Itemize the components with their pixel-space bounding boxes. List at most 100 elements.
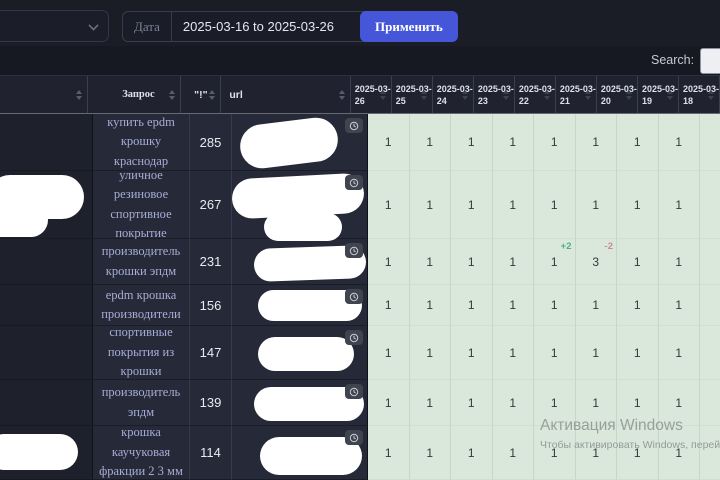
position-cell: 1 bbox=[617, 285, 659, 326]
position-delta: -2 bbox=[604, 241, 613, 252]
header-cell-project[interactable] bbox=[0, 76, 89, 113]
position-cell: 1 bbox=[617, 171, 659, 239]
sort-icon bbox=[76, 89, 83, 100]
history-clock-icon[interactable] bbox=[345, 118, 363, 133]
frequency-cell: 267 bbox=[190, 171, 232, 239]
position-cell: 1 bbox=[492, 171, 534, 239]
table-row: купить epdm крошку краснодар 285 1 1 1 1 1 1 1 1 bbox=[0, 114, 720, 171]
header-cell-date[interactable]: 2025-03- 25 bbox=[391, 76, 433, 113]
header-cell-date[interactable]: 2025-03- 26 bbox=[350, 76, 392, 113]
position-value: 1 bbox=[384, 135, 392, 149]
url-cell bbox=[232, 239, 368, 285]
position-value: 1 bbox=[509, 254, 517, 269]
position-cell: 1 bbox=[658, 171, 700, 239]
position-value: 1 bbox=[509, 345, 517, 360]
query-link[interactable]: купить epdm крошку краснодар bbox=[99, 113, 183, 171]
position-value: 1 bbox=[509, 445, 517, 460]
position-cell: 1 bbox=[368, 380, 410, 426]
position-value: 1 bbox=[384, 395, 392, 410]
frequency-value: 156 bbox=[199, 297, 222, 313]
position-cell: 1 bbox=[492, 426, 534, 480]
position-value: 1 bbox=[467, 445, 475, 460]
position-cell: 1 bbox=[617, 326, 659, 380]
project-cell bbox=[0, 114, 93, 171]
query-link[interactable]: спортивные покрытия из крошки bbox=[99, 323, 183, 381]
position-value: 1 bbox=[467, 254, 475, 269]
header-cell-date[interactable]: 2025-03- 19 bbox=[637, 76, 679, 113]
position-cell: 1 bbox=[451, 171, 493, 239]
history-clock-icon[interactable] bbox=[345, 175, 363, 190]
header-cell-date[interactable]: 2025-03- 24 bbox=[432, 76, 474, 113]
frequency-cell: 139 bbox=[190, 380, 232, 426]
frequency-value: 267 bbox=[199, 197, 222, 212]
history-clock-icon[interactable] bbox=[345, 430, 363, 445]
sort-icon bbox=[666, 89, 673, 100]
header-cell-date[interactable]: 2025-03- 22 bbox=[514, 76, 556, 113]
query-link[interactable]: производитель крошки эпдм bbox=[99, 242, 183, 281]
url-cell bbox=[232, 426, 368, 480]
header-cell-date[interactable]: 2025-03- 20 bbox=[596, 76, 638, 113]
position-value: 1 bbox=[675, 298, 683, 312]
header-cell-date[interactable]: 2025-03- 18 bbox=[678, 76, 720, 113]
header-cell-date[interactable]: 2025-03- 23 bbox=[473, 76, 515, 113]
position-delta: +2 bbox=[560, 241, 572, 252]
header-cell-url[interactable]: url bbox=[221, 76, 351, 113]
position-value: 1 bbox=[384, 197, 392, 212]
history-clock-icon[interactable] bbox=[345, 384, 363, 399]
table-header-row: Запрос "!" url 2025-03- 26 2025-03- 25 2025-… bbox=[0, 75, 720, 114]
position-cell: 1 bbox=[368, 326, 410, 380]
position-cell: 1 bbox=[534, 114, 576, 171]
position-cell: 1 bbox=[409, 171, 451, 239]
history-clock-icon[interactable] bbox=[345, 289, 363, 304]
position-value: 1 bbox=[633, 298, 641, 312]
position-value: 3 bbox=[592, 254, 600, 269]
query-cell: epdm крошка производители bbox=[93, 285, 190, 326]
sort-icon bbox=[625, 89, 632, 100]
position-cell: 1 bbox=[409, 326, 451, 380]
position-value: 1 bbox=[384, 298, 392, 312]
header-cell-frequency[interactable]: "!" bbox=[181, 76, 222, 113]
query-link[interactable]: производитель эпдм bbox=[99, 383, 183, 422]
apply-button[interactable]: Применить bbox=[360, 11, 458, 42]
position-value: 1 bbox=[550, 135, 558, 149]
history-clock-icon[interactable] bbox=[345, 330, 363, 345]
position-cell: 1 bbox=[575, 171, 617, 239]
position-value: 1 bbox=[592, 395, 600, 410]
position-cell: 1 bbox=[617, 114, 659, 171]
position-cell: 1 bbox=[658, 326, 700, 380]
position-cell: 1 bbox=[534, 171, 576, 239]
date-range-input[interactable] bbox=[171, 12, 372, 41]
header-cell-date[interactable]: 2025-03- 21 bbox=[555, 76, 597, 113]
project-cell bbox=[0, 285, 93, 326]
history-clock-icon[interactable] bbox=[345, 243, 363, 258]
position-cell: 1 bbox=[575, 285, 617, 326]
position-cell: 1 bbox=[492, 380, 534, 426]
position-cell-partial bbox=[700, 171, 720, 239]
position-cell: 1 bbox=[368, 426, 410, 480]
query-link[interactable]: крошка каучуковая фракции 2 3 мм bbox=[99, 423, 183, 480]
position-cell: 1 bbox=[409, 239, 451, 285]
query-link[interactable]: уличное резиновое спортивное покрытие bbox=[99, 166, 183, 244]
position-value: 1 bbox=[509, 395, 517, 410]
header-cell-query[interactable]: Запрос bbox=[88, 76, 182, 113]
position-cell-partial bbox=[700, 285, 720, 326]
position-value: 1 bbox=[675, 395, 683, 410]
position-value: 1 bbox=[509, 197, 517, 212]
project-cell bbox=[0, 239, 93, 285]
sort-icon bbox=[420, 89, 427, 100]
url-cell bbox=[232, 114, 368, 171]
table-row: производитель крошки эпдм 231 1 1 1 1 1 +2 3 -2 1 1 bbox=[0, 239, 720, 285]
position-value: 1 bbox=[550, 395, 558, 410]
query-link[interactable]: epdm крошка производители bbox=[99, 286, 183, 325]
search-input[interactable] bbox=[700, 48, 720, 74]
position-value: 1 bbox=[426, 298, 434, 312]
position-value: 1 bbox=[467, 345, 475, 360]
frequency-value: 231 bbox=[199, 254, 222, 269]
filter-select[interactable] bbox=[0, 10, 109, 42]
position-cell: 1 bbox=[575, 114, 617, 171]
position-value: 1 bbox=[467, 298, 475, 312]
toolbar: Дата Применить bbox=[0, 0, 720, 46]
position-value: 1 bbox=[426, 135, 434, 149]
position-value: 1 bbox=[467, 395, 475, 410]
project-cell: vnyn- bbox=[0, 171, 93, 239]
